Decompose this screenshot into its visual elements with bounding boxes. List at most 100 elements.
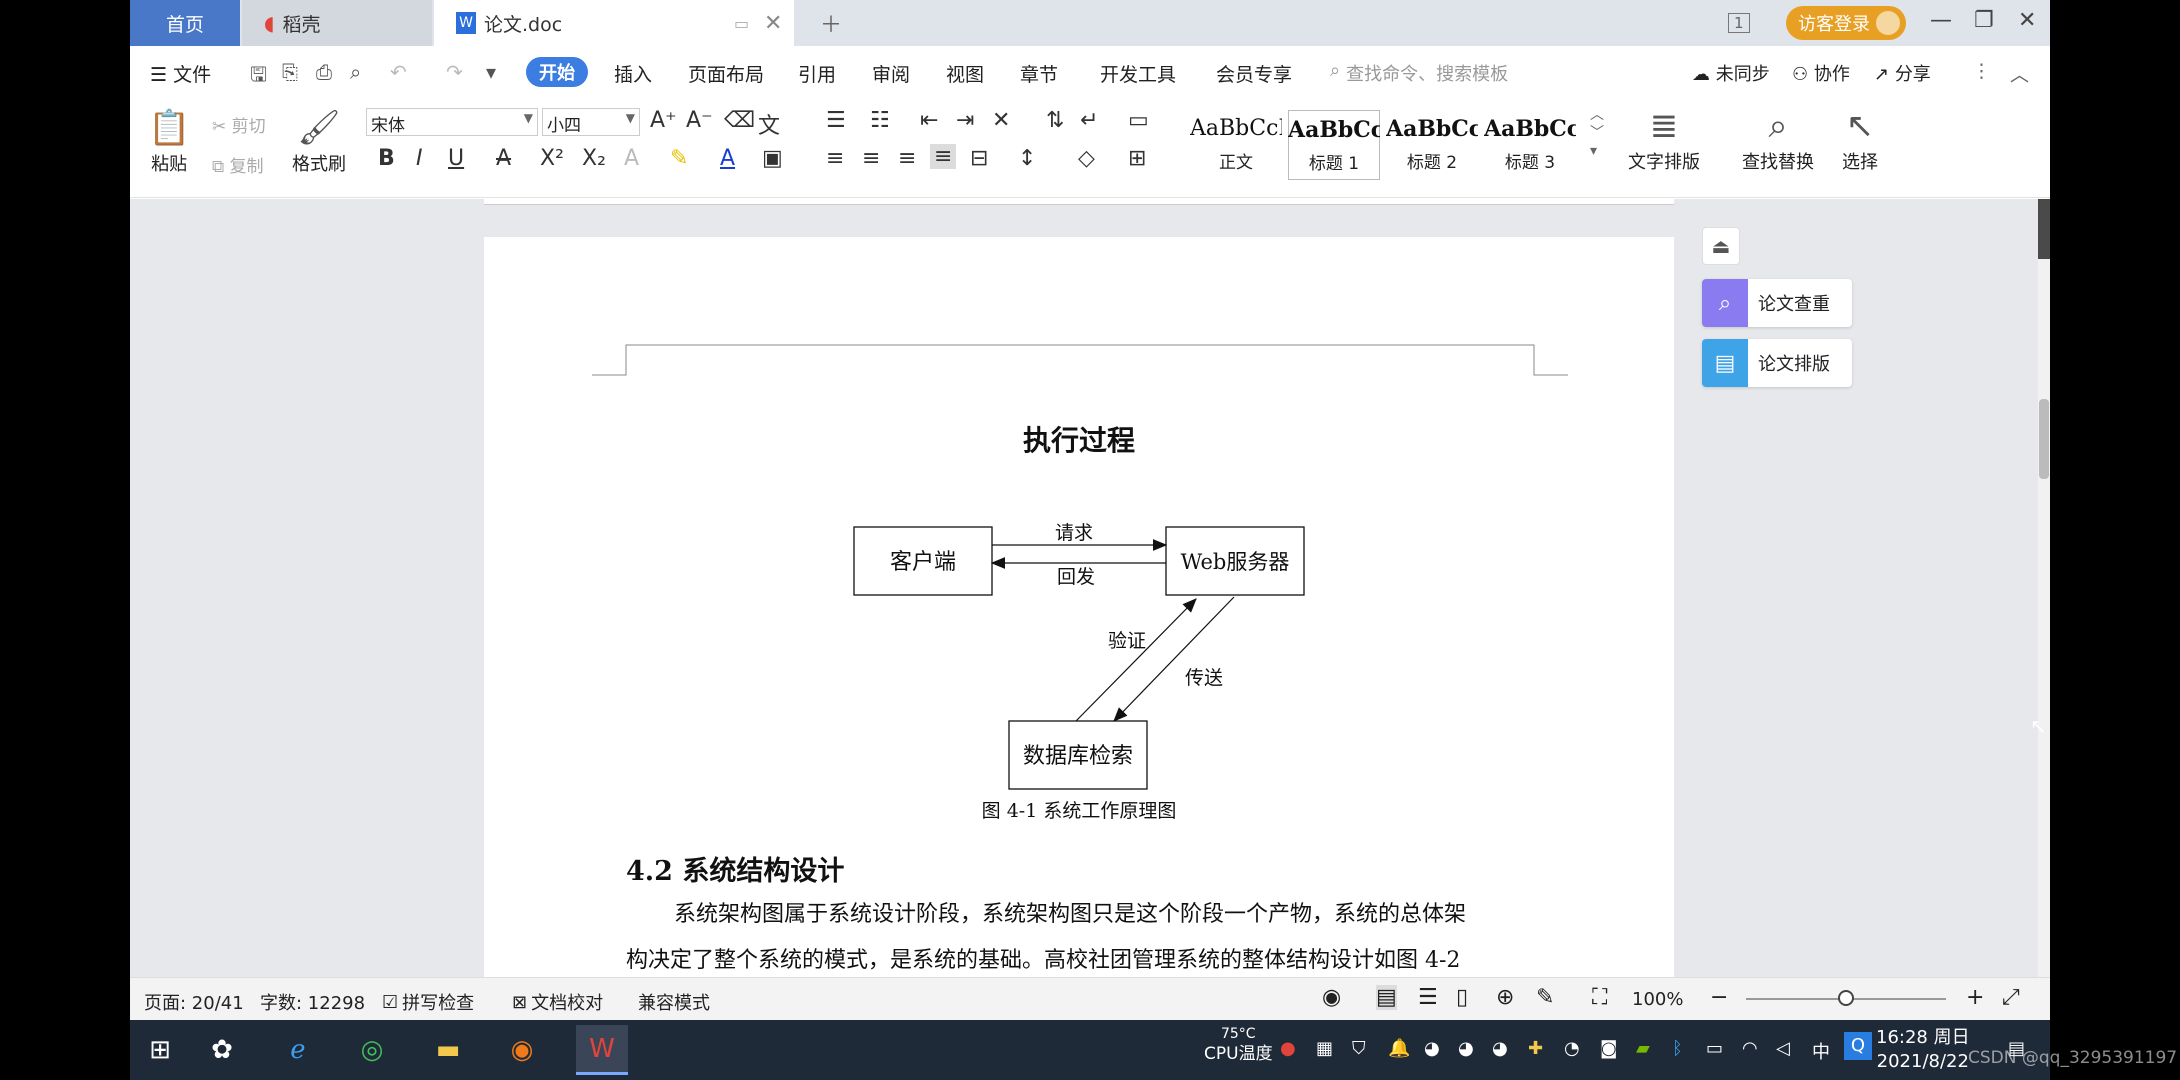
proofread-button[interactable]: ⊠ 文档校对 [512, 989, 603, 1015]
share-button[interactable]: ↗ 分享 [1874, 60, 1931, 86]
superscript-icon[interactable]: X² [540, 146, 564, 171]
find-replace-button[interactable]: ⌕ 查找替换 [1742, 104, 1814, 174]
window-count-badge[interactable]: 1 [1728, 0, 1750, 46]
tab-home[interactable]: 首页 [130, 0, 240, 46]
paper-check-button[interactable]: ⌕ 论文查重 [1702, 279, 1852, 327]
italic-icon[interactable]: I [416, 146, 423, 171]
font-size-select[interactable]: 小四 ▼ [542, 108, 640, 136]
style-heading-3[interactable]: AaBbCc 标题 3 [1484, 110, 1576, 180]
browser-icon[interactable]: ◎ [352, 1030, 392, 1070]
tab-daoke[interactable]: ◖ 稻壳 [242, 0, 432, 46]
undo-icon[interactable]: ↶ [390, 60, 407, 84]
styles-scroll-icon[interactable]: ︿ ﹀ ▾ [1590, 106, 1604, 160]
strikethrough-icon[interactable]: A [496, 146, 511, 171]
font-color-icon[interactable]: A [720, 146, 735, 171]
outline-view-icon[interactable]: ☰ [1418, 985, 1438, 1010]
write-mode-icon[interactable]: ✎ [1536, 985, 1554, 1010]
qq-icon-2[interactable]: ◕ [1458, 1038, 1474, 1059]
print-preview-icon[interactable]: ⌕ [350, 60, 361, 84]
highlight-icon[interactable]: ✎ [670, 146, 688, 171]
start-icon[interactable]: ⊞ [140, 1030, 180, 1070]
increase-indent-icon[interactable]: ⇥ [956, 108, 974, 133]
align-center-icon[interactable]: ≡ [862, 146, 880, 171]
clear-format-icon[interactable]: ⌫ [724, 108, 755, 133]
app-launcher-icon[interactable]: ✿ [202, 1030, 242, 1070]
ie-icon[interactable]: ℯ [278, 1030, 318, 1070]
restore-icon[interactable]: ❐ [1974, 8, 1994, 33]
decrease-indent-icon[interactable]: ⇤ [920, 108, 938, 133]
document-page[interactable]: 客户端 Web服务器 数据库检索 请求 回发 验证 传送 图 4-1 系统工作原… [484, 237, 1674, 977]
page-view-icon[interactable]: ▤ [1376, 985, 1397, 1010]
wifi-icon[interactable]: ◠ [1742, 1038, 1758, 1059]
paste-button[interactable]: 📋 粘贴 [148, 106, 190, 176]
bell-icon[interactable]: 🔔 [1388, 1038, 1410, 1059]
tab-document[interactable]: W 论文.doc ▭ ✕ [434, 0, 794, 46]
guest-login-button[interactable]: 访客登录 [1786, 6, 1906, 40]
cut-button[interactable]: ✂ 剪切 [212, 112, 266, 137]
qq-icon[interactable]: ◕ [1424, 1038, 1440, 1059]
word-count[interactable]: 字数: 12298 [260, 989, 365, 1015]
copy-button[interactable]: ⧉ 复制 [212, 152, 264, 177]
borders-icon[interactable]: ⊞ [1128, 146, 1146, 171]
tray-camera-icon[interactable]: ◙ [1600, 1038, 1617, 1059]
zoom-slider-thumb[interactable] [1838, 990, 1854, 1006]
style-heading-2[interactable]: AaBbCcI 标题 2 [1386, 110, 1478, 180]
justify-icon[interactable]: ≡ [930, 144, 957, 169]
tray-app-icon[interactable]: ● [1280, 1038, 1296, 1059]
search-tray-icon[interactable]: Q [1844, 1032, 1872, 1060]
minimize-icon[interactable]: — [1930, 8, 1952, 33]
format-painter-button[interactable]: 🖌 格式刷 [292, 106, 346, 176]
file-menu[interactable]: ☰ 文件 [150, 60, 211, 87]
bluetooth-icon[interactable]: ᛒ [1672, 1038, 1683, 1059]
more-icon[interactable]: ⋮ [1972, 60, 1991, 82]
text-layout-button[interactable]: ≣ 文字排版 [1628, 104, 1700, 174]
sync-status[interactable]: ☁ 未同步 [1692, 60, 1770, 86]
ime-indicator[interactable]: 中 [1812, 1038, 1830, 1064]
menu-chapter[interactable]: 章节 [1020, 60, 1058, 87]
page-indicator[interactable]: 页面: 20/41 [144, 989, 244, 1015]
shield-icon[interactable]: ⛉ [1352, 1038, 1366, 1059]
font-name-select[interactable]: 宋体 ▼ [366, 108, 538, 136]
battery-icon[interactable]: ▭ [1706, 1038, 1723, 1059]
close-tab-icon[interactable]: ✕ [764, 11, 782, 36]
line-spacing-icon[interactable]: ↕ [1018, 146, 1036, 171]
menu-page-layout[interactable]: 页面布局 [688, 60, 764, 87]
qq-icon-3[interactable]: ◕ [1492, 1038, 1508, 1059]
menu-insert[interactable]: 插入 [614, 60, 652, 87]
sort-icon[interactable]: ⇅ [1046, 108, 1064, 133]
close-window-icon[interactable]: ✕ [2018, 8, 2036, 33]
sidepanel-toggle-icon[interactable]: ⏏ [1702, 227, 1740, 265]
show-marks-icon[interactable]: ↵ [1080, 108, 1098, 133]
paper-format-button[interactable]: ▤ 论文排版 [1702, 339, 1852, 387]
menu-review[interactable]: 审阅 [872, 60, 910, 87]
phonetic-icon[interactable]: 文 [758, 108, 780, 140]
fullscreen-icon[interactable]: ⤢ [2002, 985, 2020, 1010]
style-normal[interactable]: AaBbCcI 正文 [1190, 110, 1282, 180]
nvidia-icon[interactable]: ▰ [1636, 1038, 1650, 1059]
spell-check-button[interactable]: ☑ 拼写检查 [382, 989, 474, 1015]
tray-game-icon[interactable]: ✚ [1528, 1038, 1543, 1059]
collaborate-button[interactable]: ⚇ 协作 [1792, 60, 1850, 86]
ruler-icon[interactable]: ▭ [1128, 108, 1149, 133]
shading-icon[interactable]: ◇ [1078, 146, 1095, 171]
scroll-thumb[interactable] [2039, 399, 2049, 479]
shrink-font-icon[interactable]: A⁻ [686, 108, 713, 133]
vertical-scrollbar[interactable] [2038, 199, 2050, 977]
redo-icon[interactable]: ↷ [446, 60, 463, 84]
menu-reference[interactable]: 引用 [798, 60, 836, 87]
fit-page-icon[interactable]: ⛶ [1592, 985, 1607, 1010]
zoom-in-icon[interactable]: + [1966, 985, 1984, 1010]
output-icon[interactable]: ⎘ [282, 60, 298, 84]
chinese-layout-icon[interactable]: ✕ [992, 108, 1010, 133]
eye-protect-icon[interactable]: ◉ [1322, 985, 1341, 1010]
distribute-icon[interactable]: ⊟ [970, 146, 988, 171]
collapse-ribbon-icon[interactable]: ︿ [2010, 60, 2029, 87]
align-right-icon[interactable]: ≡ [898, 146, 916, 171]
bold-icon[interactable]: B [378, 146, 395, 171]
command-search[interactable]: ⌕ 查找命令、搜索模板 [1330, 60, 1508, 86]
menu-member[interactable]: 会员专享 [1216, 60, 1292, 87]
volume-icon[interactable]: ◁ [1776, 1038, 1790, 1059]
read-view-icon[interactable]: ▯ [1456, 985, 1468, 1010]
zoom-out-icon[interactable]: − [1710, 985, 1728, 1010]
subscript-icon[interactable]: X₂ [582, 146, 606, 171]
